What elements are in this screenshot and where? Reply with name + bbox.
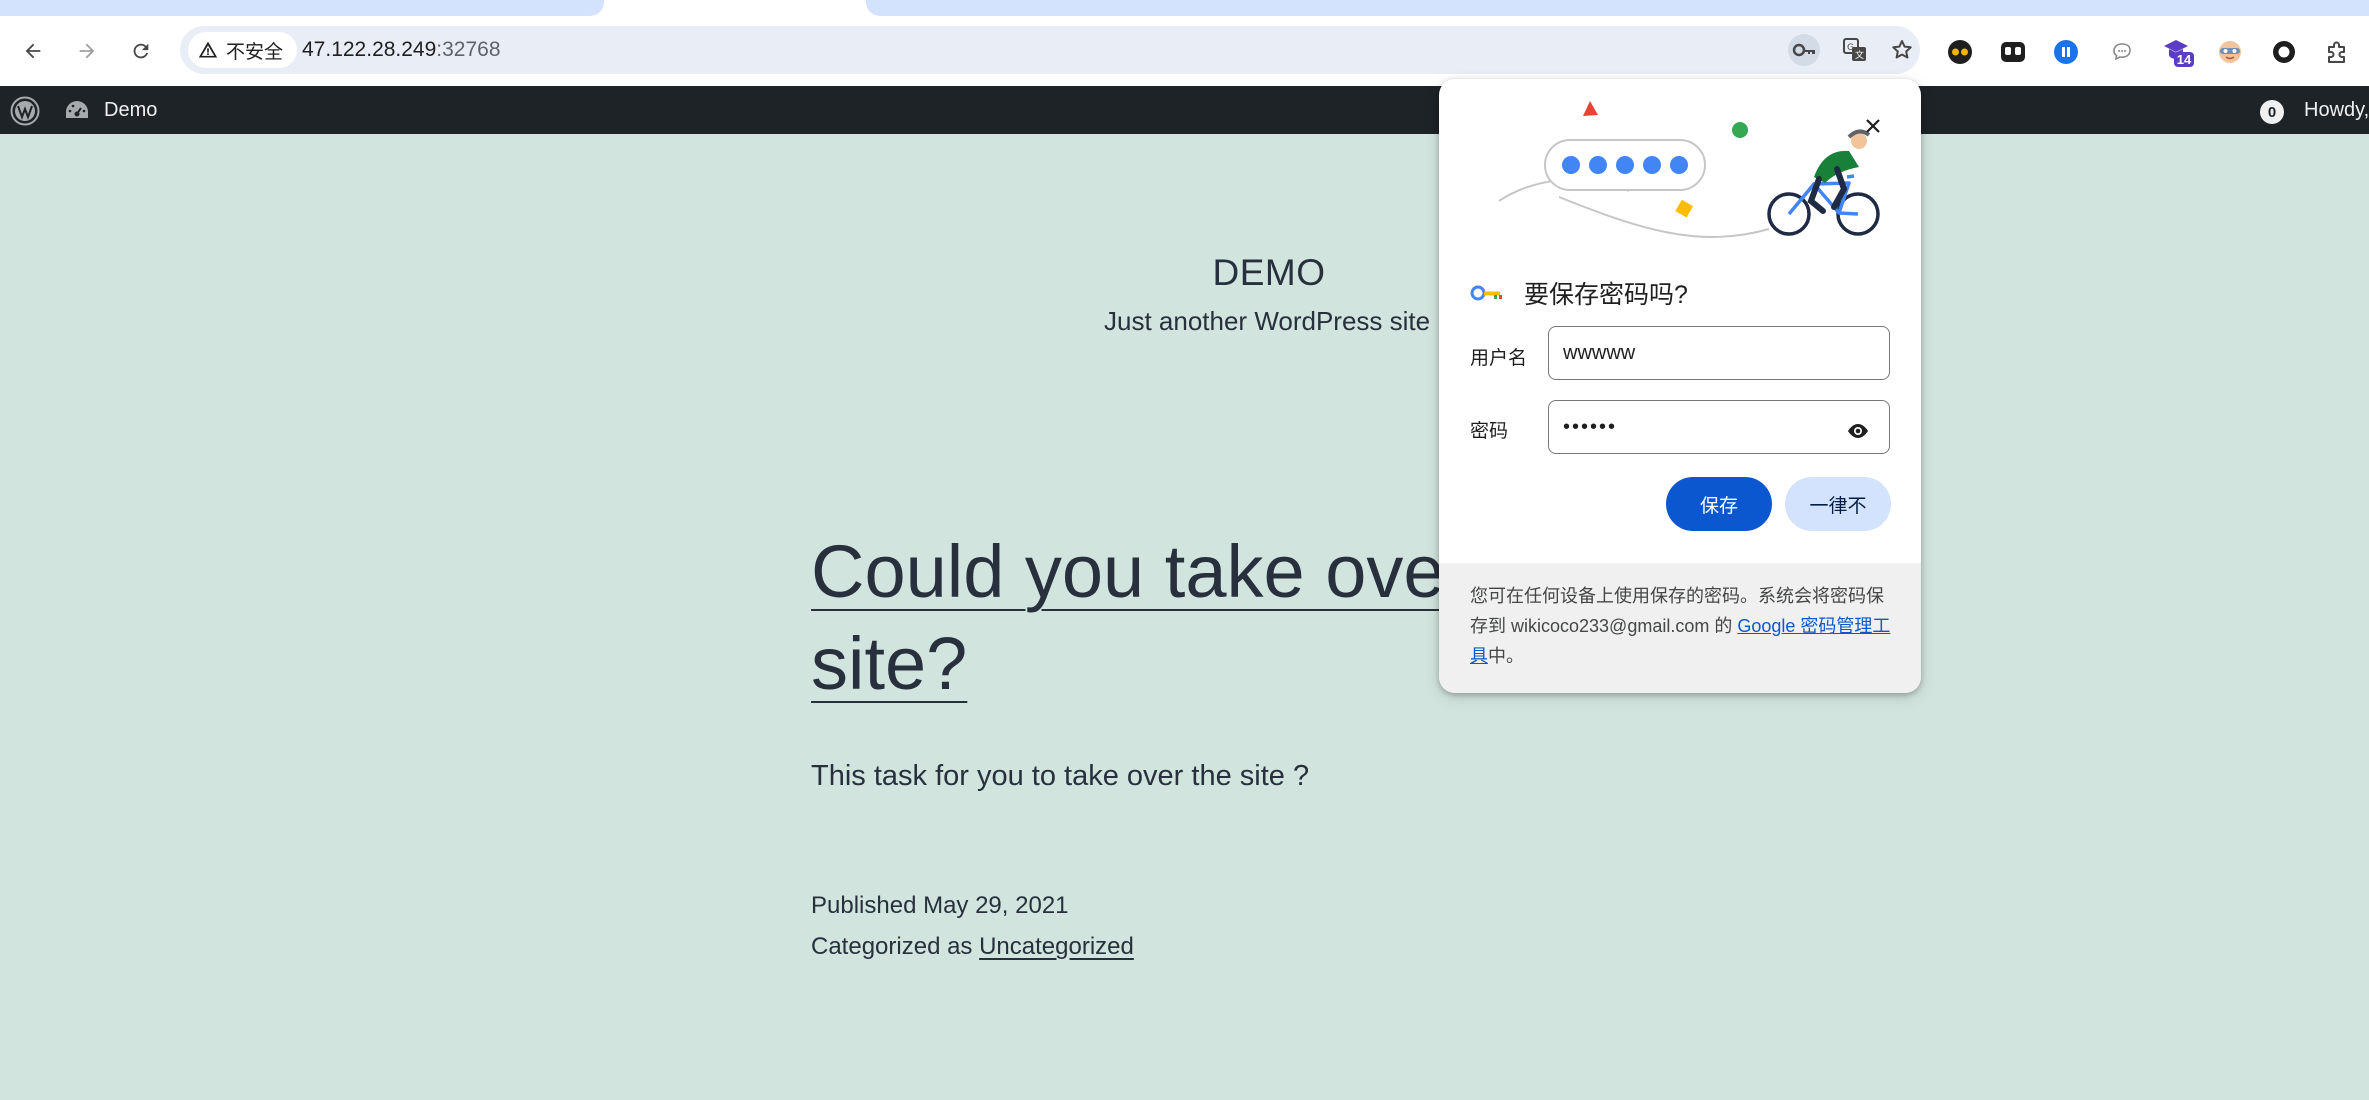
- eye-icon: [1848, 424, 1868, 438]
- password-label: 密码: [1470, 421, 1509, 442]
- address-bar[interactable]: 不安全 47.122.28.249:32768 G文: [180, 26, 1920, 74]
- back-button[interactable]: [16, 34, 50, 68]
- category-line: Categorized as Uncategorized: [811, 926, 1134, 967]
- site-name-menu[interactable]: Demo: [64, 86, 157, 134]
- dialog-title: 要保存密码吗?: [1524, 281, 1688, 309]
- svg-text:文: 文: [1855, 49, 1864, 61]
- wordpress-logo-icon[interactable]: [10, 96, 40, 126]
- warning-icon: [198, 41, 218, 58]
- password-field[interactable]: ••••••: [1548, 400, 1890, 454]
- extension-mask-icon[interactable]: [1997, 36, 2029, 68]
- extension-speech-icon[interactable]: [2106, 36, 2138, 68]
- never-save-button[interactable]: 一律不: [1785, 477, 1891, 531]
- extensions-puzzle-icon[interactable]: [2322, 36, 2354, 68]
- tab-inactive[interactable]: [866, 0, 2369, 16]
- google-password-key-icon: [1470, 285, 1502, 301]
- save-password-button[interactable]: 保存: [1666, 477, 1772, 531]
- url-port: :32768: [436, 38, 501, 61]
- translate-icon: G文: [1843, 38, 1866, 61]
- show-password-toggle[interactable]: [1843, 416, 1873, 446]
- svg-text:G: G: [1847, 43, 1854, 53]
- forward-arrow-icon: [79, 43, 95, 59]
- footer-text-end: 中。: [1488, 646, 1524, 666]
- url-host: 47.122.28.249: [302, 38, 437, 61]
- site-title[interactable]: DEMO: [0, 252, 2369, 294]
- post-excerpt: This task for you to take over the site …: [811, 760, 1310, 792]
- dialog-footer: 您可在任何设备上使用保存的密码。系统会将密码保存到 wikicoco233@gm…: [1439, 563, 1921, 693]
- save-password-dialog: 要保存密码吗? 用户名 wwwww 密码 •••••• 保存 一律不 您可在任何…: [1439, 79, 1921, 693]
- wp-admin-bar: Demo 0 Howdy,: [0, 86, 2369, 134]
- url-text[interactable]: 47.122.28.249:32768: [302, 26, 501, 74]
- security-chip[interactable]: 不安全: [188, 32, 298, 68]
- site-name-label: Demo: [104, 98, 158, 121]
- category-link[interactable]: Uncategorized: [979, 933, 1134, 960]
- tab-inactive[interactable]: [0, 0, 604, 16]
- security-label: 不安全: [226, 41, 284, 63]
- bookmark-button[interactable]: [1886, 34, 1918, 66]
- extension-graduate-icon[interactable]: 14: [2162, 36, 2194, 68]
- bookmark-star-icon: [1892, 40, 1912, 59]
- dialog-heading: 要保存密码吗?: [1470, 275, 1688, 311]
- reload-button[interactable]: [124, 34, 158, 68]
- back-arrow-icon: [25, 43, 41, 59]
- key-icon: [1792, 43, 1815, 57]
- extension-glasses-icon[interactable]: [1944, 36, 1976, 68]
- dashboard-gauge-icon: [66, 101, 88, 118]
- browser-toolbar: 不安全 47.122.28.249:32768 G文 14: [0, 16, 2369, 86]
- username-label: 用户名: [1470, 348, 1528, 369]
- password-key-button[interactable]: [1788, 34, 1820, 66]
- post-meta: Published May 29, 2021 Categorized as Un…: [811, 885, 1134, 967]
- reload-icon: [133, 43, 149, 59]
- forward-button[interactable]: [70, 34, 104, 68]
- translate-button[interactable]: G文: [1839, 34, 1871, 66]
- comments-count-badge[interactable]: 0: [2260, 100, 2284, 124]
- close-dialog-button[interactable]: [1853, 106, 1893, 146]
- site-description: Just another WordPress site: [1104, 306, 1431, 336]
- extension-face-icon[interactable]: [2214, 36, 2246, 68]
- categorized-prefix: Categorized as: [811, 933, 980, 960]
- published-date: Published May 29, 2021: [811, 892, 1069, 919]
- username-field[interactable]: wwwww: [1548, 326, 1890, 380]
- extension-chat-icon[interactable]: [2050, 36, 2082, 68]
- password-illustration: [1498, 101, 1880, 238]
- extension-badge-count: 14: [2177, 52, 2192, 67]
- extension-ring-icon[interactable]: [2268, 36, 2300, 68]
- close-icon: [1866, 119, 1880, 133]
- howdy-account-menu[interactable]: Howdy,: [2304, 86, 2369, 134]
